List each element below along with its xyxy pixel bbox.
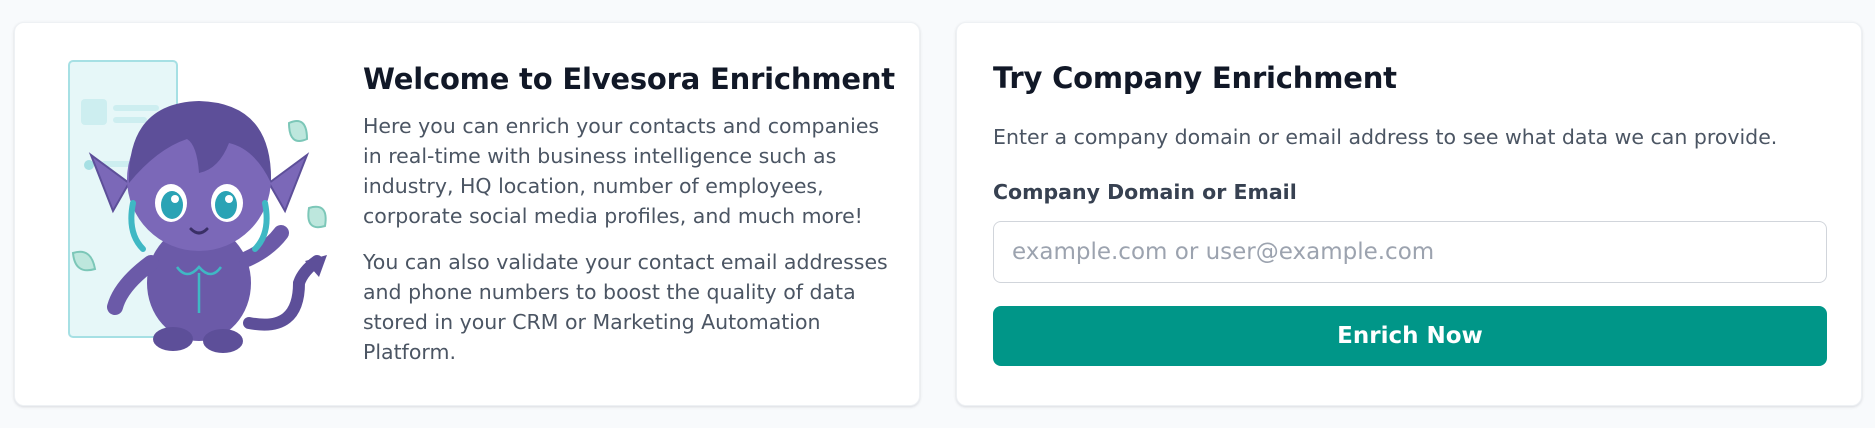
domain-input-label: Company Domain or Email [993,180,1297,204]
enrich-now-button[interactable]: Enrich Now [993,306,1827,366]
company-domain-input[interactable] [993,221,1827,283]
welcome-paragraph-enrich: Here you can enrich your contacts and co… [363,114,880,229]
enrichment-description: Enter a company domain or email address … [993,125,1778,149]
welcome-paragraph-validate: You can also validate your contact email… [363,250,888,365]
enrichment-title: Try Company Enrichment [993,61,1397,95]
elf-mascot-icon [68,60,327,353]
enrichment-card: Try Company Enrichment Enter a company d… [956,22,1862,406]
welcome-title: Welcome to Elvesora Enrichment [363,62,895,96]
welcome-card: Welcome to Elvesora Enrichment Here you … [14,22,920,406]
